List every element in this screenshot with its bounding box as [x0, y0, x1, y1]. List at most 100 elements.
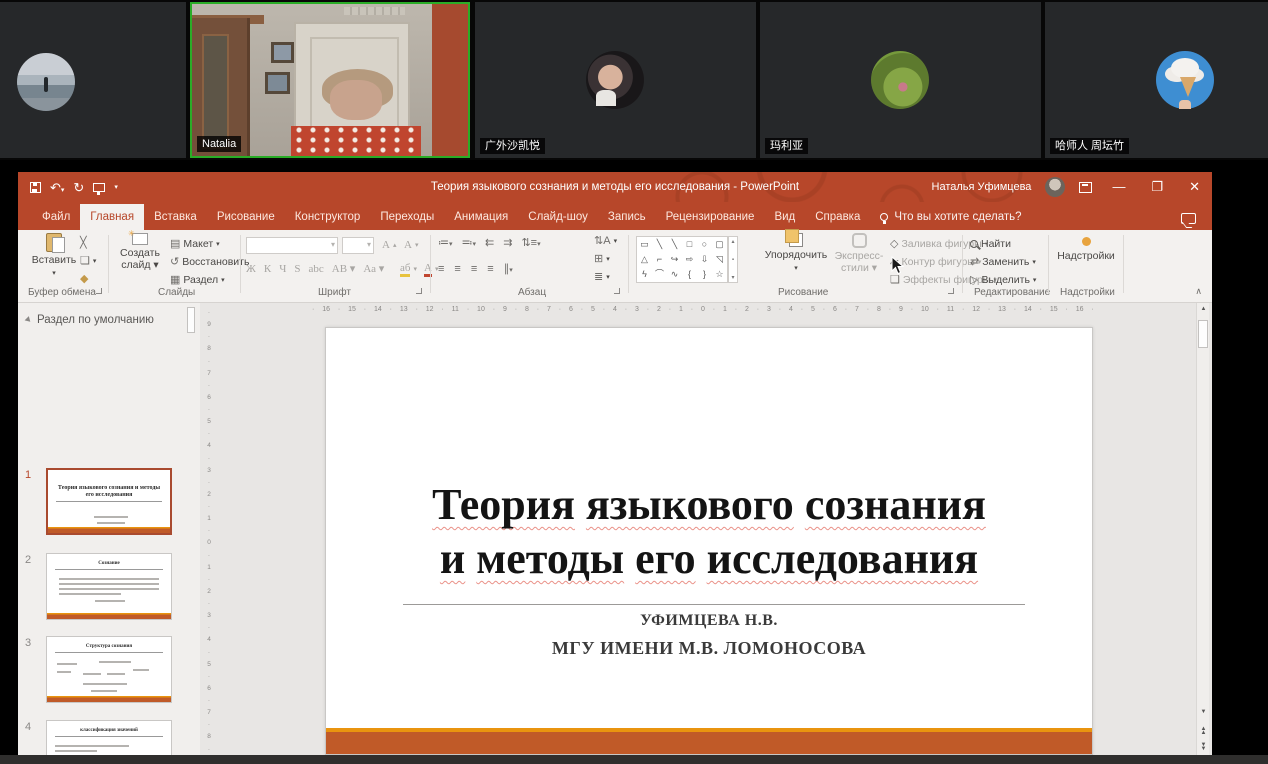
bullets-icon[interactable]: ≔▾	[438, 238, 453, 249]
shape-icon[interactable]: ◹	[712, 252, 727, 267]
layout-button[interactable]: ▤Макет▾	[170, 238, 220, 250]
convert-smartart-button[interactable]: ≣▾	[594, 272, 610, 283]
next-slide-button[interactable]: ▼▼	[1197, 743, 1210, 751]
collapse-ribbon-icon[interactable]: ∧	[1195, 286, 1202, 297]
tab-Справка[interactable]: Справка	[805, 204, 870, 230]
shape-icon[interactable]: ⌒	[652, 267, 667, 282]
shape-icon[interactable]: ╲	[652, 237, 667, 252]
dialog-launcher-icon[interactable]	[948, 288, 954, 294]
increase-indent-icon[interactable]: ⇉	[503, 238, 512, 249]
tab-Вставка[interactable]: Вставка	[144, 204, 207, 230]
shape-icon[interactable]: ∿	[667, 267, 682, 282]
font-button-Ч[interactable]: Ч	[279, 263, 286, 275]
shape-icon[interactable]: □	[682, 237, 697, 252]
arrange-button[interactable]: Упорядочить▾	[760, 233, 832, 273]
font-name-combo[interactable]	[246, 237, 338, 254]
align-left-icon[interactable]: ≡	[438, 264, 444, 275]
tab-Главная[interactable]: Главная	[80, 204, 144, 230]
font-button-К[interactable]: К	[264, 263, 271, 275]
tab-Запись[interactable]: Запись	[598, 204, 656, 230]
numbering-icon[interactable]: ≕▾	[462, 238, 477, 249]
tab-Конструктор[interactable]: Конструктор	[285, 204, 371, 230]
tab-Анимация[interactable]: Анимация	[444, 204, 518, 230]
addins-button[interactable]: Надстройки	[1054, 233, 1118, 262]
slide-thumbnail-image[interactable]: Теория языкового сознания и методы его и…	[46, 468, 172, 535]
align-center-icon[interactable]: ≡	[454, 264, 460, 275]
section-button[interactable]: ▦Раздел▾	[170, 274, 225, 286]
shape-icon[interactable]: ⇨	[682, 252, 697, 267]
shape-icon[interactable]: ϟ	[637, 267, 652, 282]
slide-thumbnail-4[interactable]: 4классификация значений	[18, 720, 200, 755]
slide-title[interactable]: Теория языкового сознания и методы его и…	[326, 478, 1092, 586]
font-color-button[interactable]: А▾	[424, 262, 438, 277]
comments-icon[interactable]	[1181, 213, 1196, 224]
reset-button[interactable]: ↺Восстановить	[170, 256, 249, 268]
tab-Вид[interactable]: Вид	[764, 204, 805, 230]
shape-icon[interactable]: ╲	[667, 237, 682, 252]
slide-thumbnail-3[interactable]: 3Структура сознания	[18, 636, 200, 703]
shape-icon[interactable]: ☆	[712, 267, 727, 282]
font-button-S[interactable]: S	[294, 263, 300, 275]
paste-button[interactable]: Вставить▾	[28, 233, 80, 278]
font-button-АВ[interactable]: АВ ▾	[332, 262, 356, 275]
quick-styles-button[interactable]: Экспресс-стили ▾	[832, 233, 886, 274]
slide-affiliation[interactable]: МГУ ИМЕНИ М.В. ЛОМОНОСОВА	[326, 638, 1092, 659]
scrollbar-thumb[interactable]	[1198, 320, 1208, 348]
shapes-gallery[interactable]: ▭╲╲□○▢△⌐↪⇨⇩◹ϟ⌒∿{}☆	[636, 236, 728, 283]
font-button-abc[interactable]: abc	[308, 263, 323, 275]
select-button[interactable]: ▷Выделить▾	[970, 274, 1036, 286]
tab-Рецензирование[interactable]: Рецензирование	[656, 204, 765, 230]
font-button-Аа[interactable]: Аа ▾	[363, 262, 384, 275]
tell-me-box[interactable]: Что вы хотите сделать?	[880, 204, 1021, 230]
shape-icon[interactable]: △	[637, 252, 652, 267]
decrease-indent-icon[interactable]: ⇇	[485, 238, 494, 249]
slide-thumbnail-2[interactable]: 2Сознание	[18, 553, 200, 620]
dialog-launcher-icon[interactable]	[416, 288, 422, 294]
shape-icon[interactable]: {	[682, 267, 697, 282]
close-button[interactable]: ✕	[1183, 172, 1206, 202]
shape-icon[interactable]: ▭	[637, 237, 652, 252]
line-spacing-icon[interactable]: ⇅≡▾	[521, 238, 540, 249]
font-button-Ж[interactable]: Ж	[246, 263, 256, 275]
slide-canvas[interactable]: Теория языкового сознания и методы его и…	[325, 327, 1093, 755]
shapes-gallery-scrollbar[interactable]: ▴▪▾	[728, 236, 738, 283]
document-scrollbar[interactable]: ▲ ▼ ▲▲ ▼▼	[1196, 303, 1209, 755]
find-button[interactable]: Найти	[970, 238, 1011, 250]
new-slide-button[interactable]: Создать слайд ▾	[114, 233, 166, 271]
dialog-launcher-icon[interactable]	[96, 288, 102, 294]
user-avatar[interactable]	[1045, 177, 1065, 197]
dialog-launcher-icon[interactable]	[614, 288, 620, 294]
slide-thumbnail-image[interactable]: классификация значений	[46, 720, 172, 755]
shape-icon[interactable]: ⌐	[652, 252, 667, 267]
shape-icon[interactable]: }	[697, 267, 712, 282]
slide-author[interactable]: УФИМЦЕВА Н.В.	[326, 612, 1092, 630]
section-header[interactable]: Раздел по умолчанию	[26, 314, 154, 326]
tab-Рисование[interactable]: Рисование	[207, 204, 285, 230]
replace-button[interactable]: ⇄Заменить▾	[970, 256, 1036, 268]
justify-icon[interactable]: ≡	[487, 264, 493, 275]
panel-scrollbar-thumb[interactable]	[187, 307, 195, 333]
panel-scrollbar[interactable]	[186, 305, 196, 755]
cut-button[interactable]: ╳	[80, 238, 87, 249]
grow-font-button[interactable]: А▴	[382, 239, 396, 251]
slide-thumbnail-1[interactable]: 1Теория языкового сознания и методы его …	[18, 468, 200, 535]
slide-thumbnail-image[interactable]: Сознание	[46, 553, 172, 620]
shape-icon[interactable]: ▢	[712, 237, 727, 252]
tab-Файл[interactable]: Файл	[32, 204, 80, 230]
font-size-combo[interactable]	[342, 237, 374, 254]
tab-Слайд-шоу[interactable]: Слайд-шоу	[518, 204, 598, 230]
columns-icon[interactable]: ∥▾	[504, 264, 513, 275]
previous-slide-button[interactable]: ▲▲	[1197, 727, 1210, 735]
restore-button[interactable]: ❐	[1145, 172, 1169, 202]
shape-icon[interactable]: ○	[697, 237, 712, 252]
slide-thumbnail-image[interactable]: Структура сознания	[46, 636, 172, 703]
shrink-font-button[interactable]: А▾	[404, 239, 418, 251]
shape-icon[interactable]: ⇩	[697, 252, 712, 267]
copy-button[interactable]: ❏▾	[80, 256, 96, 267]
ribbon-display-options-icon[interactable]	[1079, 182, 1092, 193]
align-text-button[interactable]: ⊞▾	[594, 254, 610, 265]
format-painter-button[interactable]: ◆	[80, 274, 88, 285]
scroll-down-icon[interactable]: ▼	[1197, 709, 1210, 715]
signed-in-user[interactable]: Наталья Уфимцева	[932, 181, 1032, 193]
tab-Переходы[interactable]: Переходы	[370, 204, 444, 230]
